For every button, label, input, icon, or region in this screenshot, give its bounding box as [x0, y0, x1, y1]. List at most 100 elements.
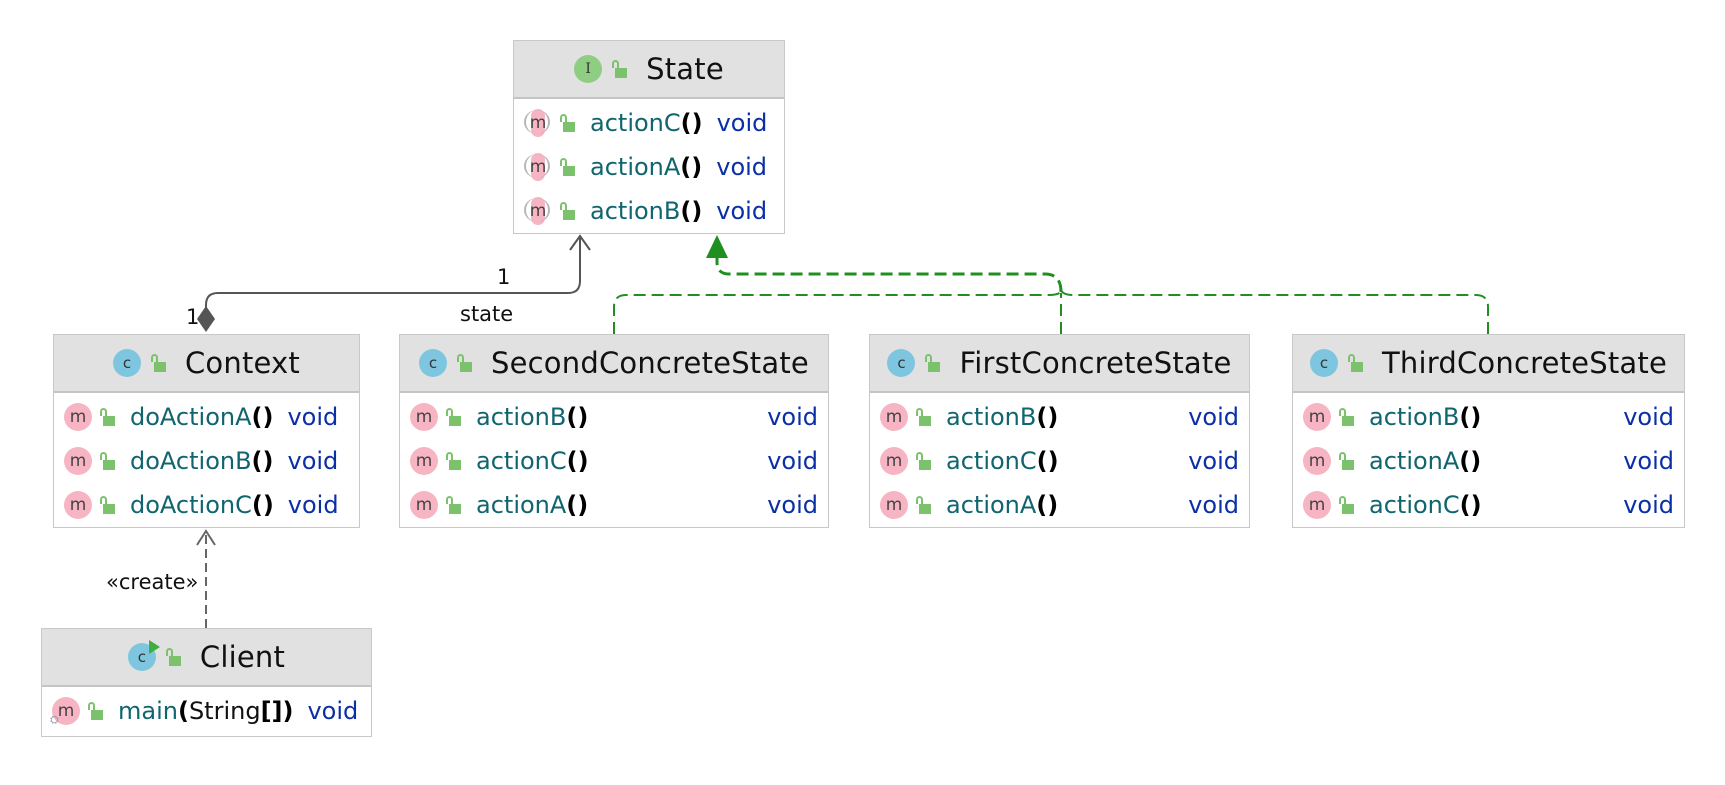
association-edge — [205, 236, 581, 318]
public-lock-icon — [560, 202, 576, 220]
return-type: void — [1623, 403, 1674, 431]
method-row[interactable]: m actionB() void — [514, 189, 784, 233]
public-lock-icon — [925, 354, 941, 372]
return-type: void — [287, 491, 339, 519]
return-type: void — [716, 109, 768, 137]
method-parens: () — [1459, 447, 1482, 475]
node-state[interactable]: I State m actionC() void m actionA() voi… — [513, 40, 785, 234]
class-icon: c — [887, 349, 916, 377]
role-label: state — [460, 302, 514, 326]
node-title: Client — [199, 640, 286, 674]
node-header: c SecondConcreteState — [400, 335, 828, 393]
composition-diamond — [197, 306, 215, 332]
class-glyph: c — [897, 354, 906, 372]
interface-glyph: I — [585, 61, 591, 77]
method-name: actionC — [1369, 491, 1460, 519]
method-name: doActionB — [130, 447, 252, 475]
method-row[interactable]: m actionB() void — [870, 395, 1249, 439]
node-third-concrete-state[interactable]: c ThirdConcreteState m actionB() void m … — [1292, 334, 1685, 528]
static-marker-icon: ⛭ — [50, 713, 59, 726]
method-name: actionB — [1369, 403, 1460, 431]
method-row[interactable]: m actionA() void — [400, 483, 828, 527]
method-row[interactable]: m doActionC() void — [54, 483, 359, 527]
public-lock-icon — [612, 60, 628, 78]
method-row[interactable]: m actionC() void — [400, 439, 828, 483]
method-row[interactable]: m actionA() void — [870, 483, 1249, 527]
interface-icon: I — [574, 55, 603, 83]
method-name: actionB — [946, 403, 1037, 431]
return-type: void — [767, 403, 818, 431]
method-parens: () — [566, 447, 589, 475]
method-row[interactable]: m actionC() void — [1293, 483, 1684, 527]
method-name: main — [118, 697, 178, 725]
public-lock-icon — [1348, 354, 1364, 372]
method-parens: () — [680, 153, 703, 181]
node-title: ThirdConcreteState — [1382, 346, 1667, 380]
public-lock-icon — [1339, 452, 1355, 470]
return-type: void — [1188, 447, 1239, 475]
executable-class-icon: c — [127, 640, 160, 671]
node-title: State — [646, 52, 724, 86]
method-icon: m — [1303, 491, 1331, 519]
realization-arrowhead — [706, 235, 728, 258]
method-name: doActionA — [130, 403, 252, 431]
method-row[interactable]: m actionC() void — [870, 439, 1249, 483]
public-lock-icon — [1339, 408, 1355, 426]
method-name: actionC — [590, 109, 681, 137]
public-lock-icon — [446, 408, 462, 426]
class-glyph: c — [122, 354, 132, 372]
class-icon: c — [1310, 349, 1338, 377]
method-close-paren: ) — [282, 697, 294, 725]
method-row[interactable]: m actionB() void — [400, 395, 828, 439]
node-title: SecondConcreteState — [491, 346, 809, 380]
public-lock-icon — [916, 452, 932, 470]
node-header: c Context — [54, 335, 359, 393]
return-type: void — [307, 697, 359, 725]
abstract-method-icon: m — [524, 197, 552, 225]
method-parens: () — [251, 447, 274, 475]
public-lock-icon — [457, 354, 473, 372]
node-first-concrete-state[interactable]: c FirstConcreteState m actionB() void m … — [869, 334, 1250, 528]
return-type: void — [287, 447, 339, 475]
method-parens: () — [566, 403, 589, 431]
return-type: void — [287, 403, 339, 431]
return-type: void — [716, 153, 768, 181]
method-icon: m — [64, 403, 92, 431]
node-client[interactable]: c Client m ⛭ main(String[]) void — [41, 628, 372, 737]
method-name: doActionC — [130, 491, 252, 519]
node-title: Context — [184, 346, 300, 380]
return-type: void — [767, 491, 818, 519]
public-lock-icon — [150, 354, 167, 372]
method-parens: () — [1036, 491, 1059, 519]
node-header: I State — [514, 41, 784, 99]
return-type: void — [1188, 491, 1239, 519]
class-icon: c — [419, 349, 448, 377]
return-type: void — [767, 447, 818, 475]
return-type: void — [716, 197, 768, 225]
method-row[interactable]: m actionC() void — [514, 101, 784, 145]
method-icon: m — [1303, 447, 1331, 475]
method-row[interactable]: m actionA() void — [514, 145, 784, 189]
method-row[interactable]: m doActionB() void — [54, 439, 359, 483]
static-method-icon: m ⛭ — [50, 697, 80, 726]
method-icon: m — [1303, 403, 1331, 431]
public-lock-icon — [88, 702, 104, 720]
method-icon: m — [64, 447, 92, 475]
method-name: actionB — [590, 197, 681, 225]
method-param-brackets: [] — [260, 697, 283, 725]
node-title: FirstConcreteState — [959, 346, 1232, 380]
method-parens: () — [680, 197, 703, 225]
method-row[interactable]: m actionA() void — [1293, 439, 1684, 483]
method-row[interactable]: m ⛭ main(String[]) void — [42, 689, 371, 733]
public-lock-icon — [100, 408, 116, 426]
node-context[interactable]: c Context m doActionA() void m doActionB… — [53, 334, 360, 528]
node-second-concrete-state[interactable]: c SecondConcreteState m actionB() void m… — [399, 334, 829, 528]
node-header: c Client — [42, 629, 371, 687]
method-row[interactable]: m doActionA() void — [54, 395, 359, 439]
method-icon: m — [410, 403, 438, 431]
node-header: c FirstConcreteState — [870, 335, 1249, 393]
method-icon: m — [880, 403, 908, 431]
method-icon: m — [410, 447, 438, 475]
method-row[interactable]: m actionB() void — [1293, 395, 1684, 439]
public-lock-icon — [165, 648, 182, 666]
